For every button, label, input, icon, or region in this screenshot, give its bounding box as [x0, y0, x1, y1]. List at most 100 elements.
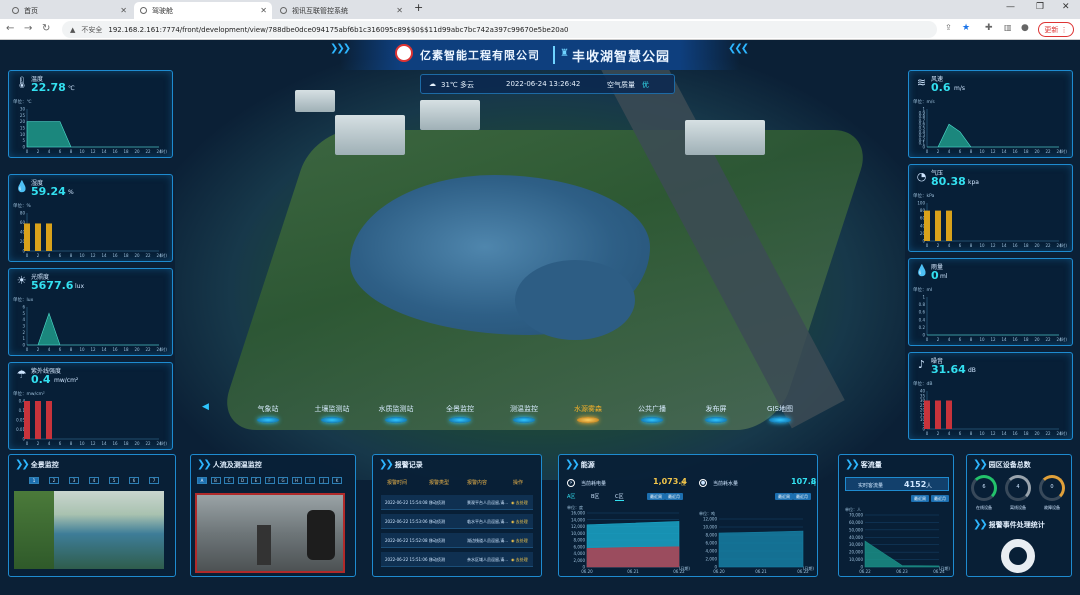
realtime-unit: 人	[926, 483, 933, 490]
alarm-row[interactable]: 2022-06-22 15:52:08 移动侦测 湖边栈道人员逗留,请... ◉ 去处…	[381, 533, 533, 548]
uv-panel[interactable]: ☂ 紫外线强度 0.4 mw/cm² 单位：mw/cm² 0.4 0.1 0.05 0.01 0 0…	[8, 362, 173, 450]
camera-tab[interactable]: B	[210, 477, 221, 484]
x-tick-label: 10	[979, 431, 985, 436]
url-field[interactable]: ▲ 不安全 192.168.2.161:7774/front/developme…	[62, 21, 937, 38]
camera-tab[interactable]: 4	[89, 477, 99, 484]
lake-south	[515, 260, 635, 340]
camera-tab[interactable]: A	[197, 477, 207, 484]
metric-unit: %	[68, 189, 74, 196]
zone-tab[interactable]: C区	[615, 493, 624, 501]
share-icon[interactable]: ⇪	[945, 23, 952, 32]
close-icon[interactable]: ✕	[396, 6, 403, 15]
menu-item[interactable]: GIS地图	[755, 404, 805, 423]
bookmark-star-icon[interactable]: ★	[962, 23, 970, 33]
air-pressure-panel[interactable]: ◔ 气压 80.38 kpa 单位：kPa 100 80 60 40 20 0 0 2 4 6 8 10 12 14…	[908, 164, 1073, 252]
x-tick-label: 4	[948, 337, 951, 342]
x-tick-label: 10	[79, 441, 85, 446]
back-icon[interactable]: ←	[6, 23, 14, 34]
camera-tab[interactable]: C	[224, 477, 234, 484]
metric-unit: dB	[968, 367, 976, 374]
power-week-button[interactable]: 最近周	[647, 493, 665, 500]
camera-tab[interactable]: 7	[149, 477, 159, 484]
y-tick-label: 5	[22, 311, 25, 316]
realtime-label: 实时客流量	[858, 483, 884, 489]
water-week-button[interactable]: 最近周	[775, 493, 793, 500]
x-tick-label: 8	[970, 149, 973, 154]
alarm-type: 移动侦测	[429, 538, 445, 543]
menu-prev-icon[interactable]: ◀	[202, 402, 209, 412]
camera-tab[interactable]: D	[237, 477, 248, 484]
camera-tab[interactable]: H	[291, 477, 302, 484]
maximize-icon[interactable]: ❐	[1036, 2, 1044, 12]
menu-item[interactable]: 水质监测站	[371, 404, 421, 423]
close-icon[interactable]: ✕	[260, 6, 267, 15]
camera-tab[interactable]: 6	[129, 477, 139, 484]
camera-tab[interactable]: 2	[49, 477, 59, 484]
minimize-icon[interactable]: —	[1006, 2, 1015, 12]
menu-item[interactable]: 发布屏	[691, 404, 741, 423]
y-tick-label: 12,000	[703, 517, 717, 522]
crowd-temperature-panel: ❯❯ 人流及测温监控 ABCDEFGHIJK	[190, 454, 356, 577]
menu-item[interactable]: 测温监控	[499, 404, 549, 423]
camera-tab[interactable]: 5	[109, 477, 119, 484]
alarm-row[interactable]: 2022-06-22 15:54:08 移动侦测 景观平台人员逗留,请... ◉ 去处…	[381, 495, 533, 510]
wind-speed-panel[interactable]: ≋ 风速 0.6 m/s 单位：m/s 1 0.9 0.8 0.7 0.6 0.5 0.4 0.3 0.2…	[908, 70, 1073, 158]
visitor-month-button[interactable]: 最近月	[931, 495, 949, 502]
alarm-row[interactable]: 2022-06-22 15:53:06 移动侦测 临水平台人员逗留,请... ◉ 去处…	[381, 514, 533, 529]
camera-tab[interactable]: 3	[69, 477, 79, 484]
handle-button[interactable]: ◉ 去处理	[511, 538, 528, 544]
y-tick-label: 5	[22, 138, 25, 143]
new-tab-button[interactable]: +	[414, 1, 423, 14]
noise-panel[interactable]: ♪ 噪音 31.64 dB 单位：dB 40 35 30 25 20 15 10 5 0 0 2 4 6 8 10 12…	[908, 352, 1073, 440]
handle-button[interactable]: ◉ 去处理	[511, 519, 528, 525]
alarm-content: 亲水区域人员逗留,请...	[467, 557, 509, 562]
crowd-video[interactable]	[195, 493, 345, 573]
water-month-button[interactable]: 最近月	[793, 493, 811, 500]
humidity-panel[interactable]: 💧 湿度 59.24% 单位：% 80 60 40 20 0 0 2 4 6 8 10 12 14 16 18 20 2…	[8, 174, 173, 262]
forward-icon[interactable]: →	[24, 23, 32, 34]
profile-icon[interactable]: ●	[1021, 23, 1029, 33]
temperature-panel[interactable]: 🌡 温度 22.78 ℃ 单位：℃ 30 25 20 15 10 5 0 0 2 4 6 8 10 12 14 16 18…	[8, 70, 173, 158]
metric-value: 0	[931, 269, 939, 282]
reload-icon[interactable]: ↻	[42, 23, 50, 34]
extensions-icon[interactable]: ✚	[985, 23, 993, 33]
sidebar-icon[interactable]: ▥	[1004, 23, 1012, 32]
alarm-row[interactable]: 2022-06-22 15:51:06 移动侦测 亲水区域人员逗留,请... ◉ 去处…	[381, 552, 533, 567]
panorama-video[interactable]	[14, 491, 164, 569]
camera-tab[interactable]: 1	[29, 477, 39, 484]
col-type: 报警类型	[429, 480, 450, 486]
camera-tab[interactable]: J	[318, 477, 329, 484]
close-window-icon[interactable]: ✕	[1062, 2, 1070, 12]
close-icon[interactable]: ✕	[120, 6, 127, 15]
panel-title: ❯❯ 能源	[565, 459, 595, 470]
handle-button[interactable]: ◉ 去处理	[511, 500, 528, 506]
visitor-week-button[interactable]: 最近周	[911, 495, 929, 502]
zone-tab[interactable]: A区	[567, 493, 575, 500]
x-tick-label: 2	[937, 337, 940, 342]
power-month-button[interactable]: 最近月	[665, 493, 683, 500]
menu-item[interactable]: 土壤监测站	[307, 404, 357, 423]
power-label: 当前耗电量	[581, 481, 607, 487]
menu-item[interactable]: 水源雾森	[563, 404, 613, 423]
zone-tab[interactable]: B区	[591, 493, 599, 500]
camera-tab[interactable]: G	[278, 477, 288, 484]
update-button[interactable]: 更新 ⋮	[1038, 22, 1074, 37]
camera-tab[interactable]: F	[264, 477, 275, 484]
camera-tab[interactable]: E	[251, 477, 261, 484]
tab-cockpit[interactable]: 驾驶舱 ✕	[134, 2, 272, 19]
chevrons-icon: ❯❯	[197, 459, 212, 470]
illuminance-panel[interactable]: ☀ 光照度 5677.6 lux 单位：lux 6 5 4 3 2 1 0 0 2 4 6 8 10 12 14 16 1…	[8, 268, 173, 356]
rainfall-panel[interactable]: 💧 雨量 0 ml 单位：ml 1 0.8 0.6 0.4 0.2 0 0 2 4 6 8 10 12 14 16 18…	[908, 258, 1073, 346]
alarm-content: 湖边栈道人员逗留,请...	[467, 538, 509, 543]
menu-item[interactable]: 气象站	[243, 404, 293, 423]
menu-item[interactable]: 公共广播	[627, 404, 677, 423]
park-title: 丰收湖智慧公园	[572, 50, 671, 65]
tab-home[interactable]: 首页 ✕	[6, 2, 132, 19]
tab-video-system[interactable]: 视讯互联管控系统 ✕	[274, 2, 408, 19]
realtime-visitor-box: 实时客流量 4152 人	[845, 477, 949, 491]
camera-tab[interactable]: I	[305, 477, 315, 484]
handle-button[interactable]: ◉ 去处理	[511, 557, 528, 563]
menu-item[interactable]: 全景监控	[435, 404, 485, 423]
camera-tab[interactable]: K	[332, 477, 342, 484]
chevrons-icon: ❯❯	[845, 459, 860, 470]
